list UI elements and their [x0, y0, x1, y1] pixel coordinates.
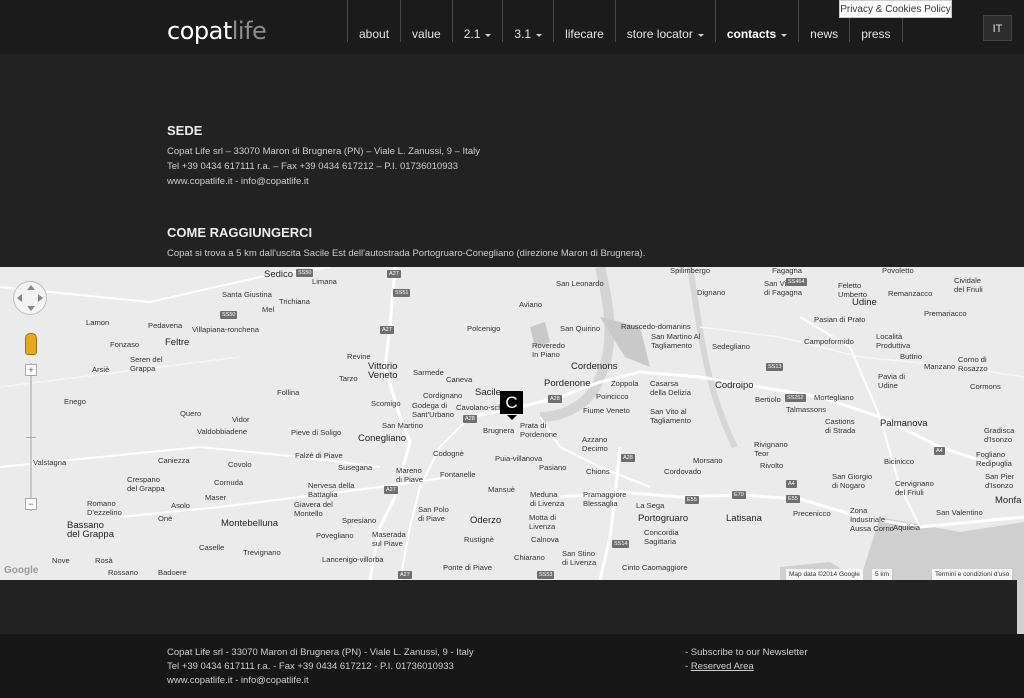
logo-main: copat [167, 17, 232, 45]
nav-value[interactable]: value [400, 0, 452, 42]
pegman-icon[interactable] [25, 333, 37, 355]
reserved-area-row: - Reserved Area [685, 661, 754, 672]
scrollbar[interactable] [1017, 580, 1024, 634]
directions-title: COME RAGGIUNGERCI [167, 225, 313, 240]
nav-about[interactable]: about [347, 0, 400, 42]
footer: Copat Life srl - 33070 Maron di Brugnera… [0, 634, 1024, 698]
marker-pointer-icon [507, 415, 517, 420]
nav-contacts[interactable]: contacts [714, 0, 798, 42]
newsletter-link[interactable]: - Subscribe to our Newsletter [685, 647, 808, 658]
zoom-out-button[interactable]: − [25, 498, 37, 510]
privacy-cookies-link[interactable]: Privacy & Cookies Policy [839, 0, 952, 18]
nav-3-1[interactable]: 3.1 [502, 0, 553, 42]
map-roads [0, 267, 1024, 580]
language-button[interactable]: IT [983, 15, 1012, 41]
chevron-down-icon [781, 34, 788, 37]
zoom-slider-handle[interactable] [26, 437, 36, 438]
footer-web[interactable]: www.copatlife.it - info@copatlife.it [167, 675, 309, 686]
nav-store-locator[interactable]: store locator [614, 0, 715, 42]
map-pan-control[interactable] [13, 281, 47, 315]
chevron-down-icon [485, 34, 492, 37]
sede-web[interactable]: www.copatlife.it - info@copatlife.it [167, 176, 309, 187]
logo-light: life [231, 17, 267, 45]
directions-text: Copat si trova a 5 km dall'uscita Sacile… [167, 248, 646, 259]
location-marker[interactable]: C [500, 391, 523, 414]
chevron-down-icon [536, 34, 543, 37]
logo[interactable]: copatlife [167, 17, 267, 45]
nav-2-1[interactable]: 2.1 [451, 0, 503, 42]
sede-title: SEDE [167, 123, 203, 138]
reserved-area-link[interactable]: Reserved Area [691, 661, 754, 672]
map[interactable]: Sedico Limana Spilimbergo Fagagna Povole… [0, 267, 1024, 580]
sede-phone: Tel +39 0434 617111 r.a. – Fax +39 0434 … [167, 161, 459, 172]
sede-address: Copat Life srl – 33070 Maron di Brugnera… [167, 146, 480, 157]
map-terms-link[interactable]: Termini e condizioni d'uso [932, 569, 1013, 580]
footer-phone: Tel +39 0434 617111 r.a. - Fax +39 0434 … [167, 661, 454, 672]
footer-address: Copat Life srl - 33070 Maron di Brugnera… [167, 647, 474, 658]
map-scale: 5 km [872, 569, 893, 580]
header: copatlife about value 2.1 3.1 lifecare s… [0, 0, 1024, 54]
main-nav: about value 2.1 3.1 lifecare store locat… [347, 0, 903, 42]
chevron-down-icon [697, 34, 704, 37]
zoom-in-button[interactable]: + [25, 364, 37, 376]
map-attribution: Map data ©2014 Google [786, 569, 863, 580]
nav-lifecare[interactable]: lifecare [553, 0, 615, 42]
google-logo[interactable]: Google [4, 565, 38, 576]
